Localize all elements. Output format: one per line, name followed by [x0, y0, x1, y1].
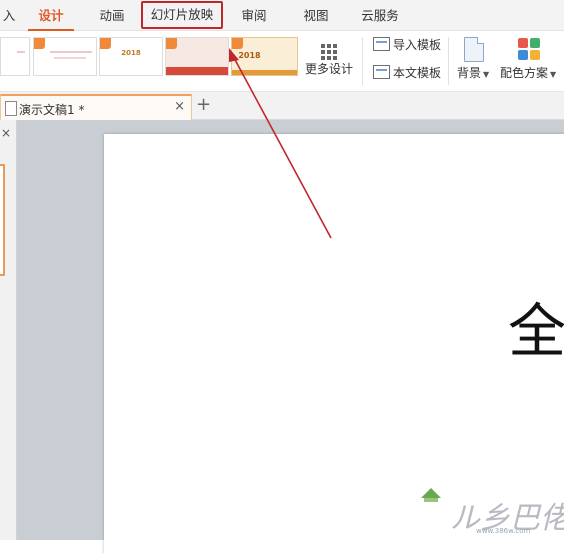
divider [448, 37, 449, 85]
grid-icon [321, 44, 337, 60]
chevron-down-icon: ▼ [550, 70, 557, 79]
template-thumbnail[interactable] [165, 37, 229, 76]
watermark-url: www.386w.com [476, 527, 531, 535]
document-tab-title: 演示文稿1 * [19, 103, 85, 117]
template-icon [373, 65, 390, 79]
divider [362, 37, 363, 85]
document-icon [464, 37, 484, 62]
template-year: 2018 [238, 51, 261, 60]
slide-workspace: × 全 [0, 120, 564, 554]
chevron-down-icon: ▼ [483, 70, 490, 79]
ribbon-tab-bar: 入 设计 动画 幻灯片放映 审阅 视图 云服务 [0, 0, 564, 31]
template-badge-icon [100, 38, 111, 49]
template-thumbnail[interactable]: 2018 [231, 37, 298, 76]
close-pane-icon[interactable]: × [1, 126, 11, 140]
file-icon [5, 101, 17, 116]
text-template-label: 本文模板 [393, 66, 442, 80]
document-tab-bar: 演示文稿1 * × + [0, 92, 564, 121]
watermark-logo-icon [421, 488, 441, 502]
more-design-label: 更多设计 [305, 62, 354, 76]
template-thumbnail[interactable] [33, 37, 97, 76]
tab-design[interactable]: 设计 [28, 0, 74, 31]
template-thumbnail[interactable]: 2018 [99, 37, 163, 76]
tab-insert[interactable]: 入 [0, 0, 18, 30]
template-badge-icon [232, 38, 243, 49]
color-scheme-label: 配色方案 ▼ [500, 66, 557, 80]
tab-slideshow[interactable]: 幻灯片放映 [141, 1, 223, 29]
close-tab-icon[interactable]: × [174, 99, 185, 114]
template-badge-icon [34, 38, 45, 49]
slide-canvas[interactable]: 全 [104, 134, 564, 554]
template-thumbnail[interactable] [0, 37, 30, 76]
slide-title-text[interactable]: 全 [508, 284, 564, 368]
design-ribbon: 2018 2018 更多设计 导入模板 本文模板 背景 ▼ 配色方案 ▼ [0, 31, 564, 92]
template-year: 2018 [121, 49, 141, 57]
document-tab[interactable]: 演示文稿1 * × [0, 94, 192, 121]
slide-thumbnail-pane: × [0, 120, 17, 540]
palette-icon [518, 38, 540, 60]
tab-view[interactable]: 视图 [293, 0, 339, 30]
background-label: 背景 ▼ [457, 66, 490, 80]
template-badge-icon [166, 38, 177, 49]
import-template-label: 导入模板 [393, 38, 442, 52]
tab-cloud-service[interactable]: 云服务 [352, 0, 408, 30]
selected-slide-thumbnail[interactable] [0, 164, 5, 276]
tab-animation[interactable]: 动画 [89, 0, 135, 30]
import-icon [373, 37, 390, 51]
tab-review[interactable]: 审阅 [231, 0, 277, 30]
new-tab-button[interactable]: + [196, 93, 211, 117]
